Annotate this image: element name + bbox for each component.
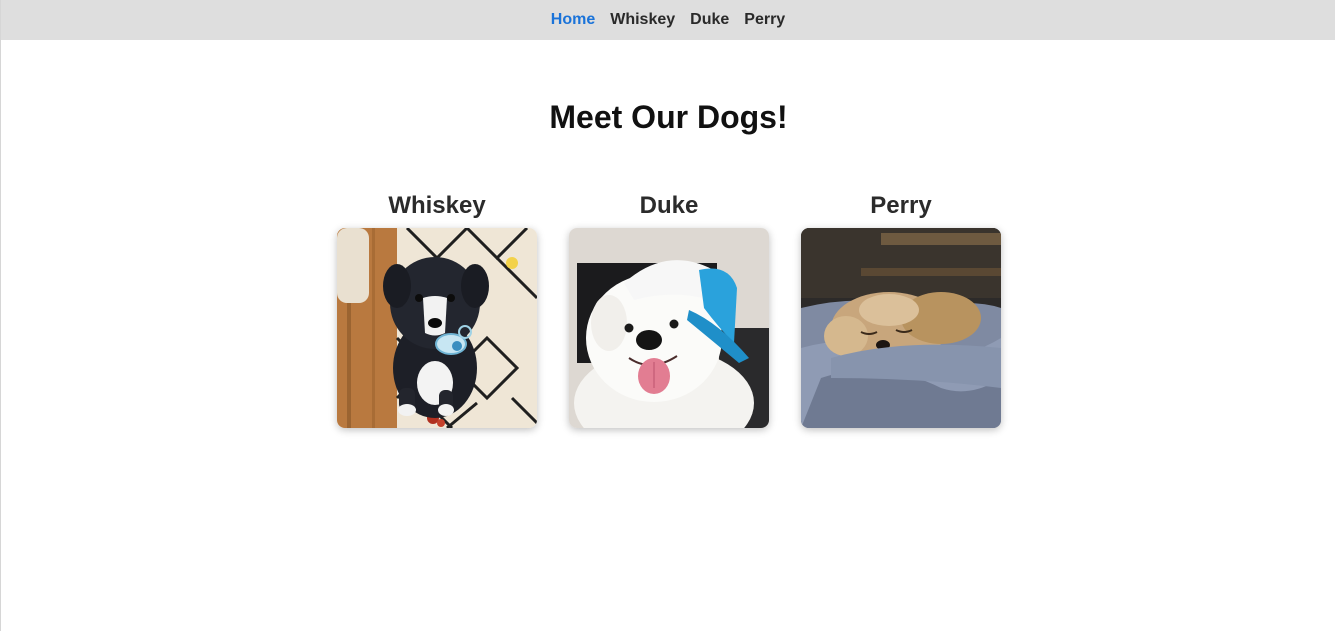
page-title: Meet Our Dogs! — [549, 99, 788, 135]
nav-link-home[interactable]: Home — [551, 0, 595, 40]
duke-photo-image — [569, 228, 769, 428]
dog-photo-duke[interactable] — [569, 228, 769, 428]
dog-name-perry: Perry — [870, 192, 932, 219]
page: Home Whiskey Duke Perry Meet Our Dogs! W… — [0, 0, 1335, 631]
whiskey-photo-image — [337, 228, 537, 428]
dog-card-whiskey[interactable]: Whiskey — [337, 190, 537, 428]
dog-photo-perry[interactable] — [801, 228, 1001, 428]
dog-photo-whiskey[interactable] — [337, 228, 537, 428]
perry-photo-image — [801, 228, 1001, 428]
nav-link-duke[interactable]: Duke — [690, 0, 729, 40]
top-navbar: Home Whiskey Duke Perry — [1, 0, 1335, 40]
dog-card-perry[interactable]: Perry — [801, 190, 1001, 428]
dog-card-duke[interactable]: Duke — [569, 190, 769, 428]
dog-name-whiskey: Whiskey — [388, 192, 486, 219]
dog-gallery: Whiskey Duke Perry — [337, 190, 1001, 428]
nav-link-whiskey[interactable]: Whiskey — [610, 0, 675, 40]
nav-link-perry[interactable]: Perry — [744, 0, 785, 40]
dog-name-duke: Duke — [639, 192, 699, 219]
